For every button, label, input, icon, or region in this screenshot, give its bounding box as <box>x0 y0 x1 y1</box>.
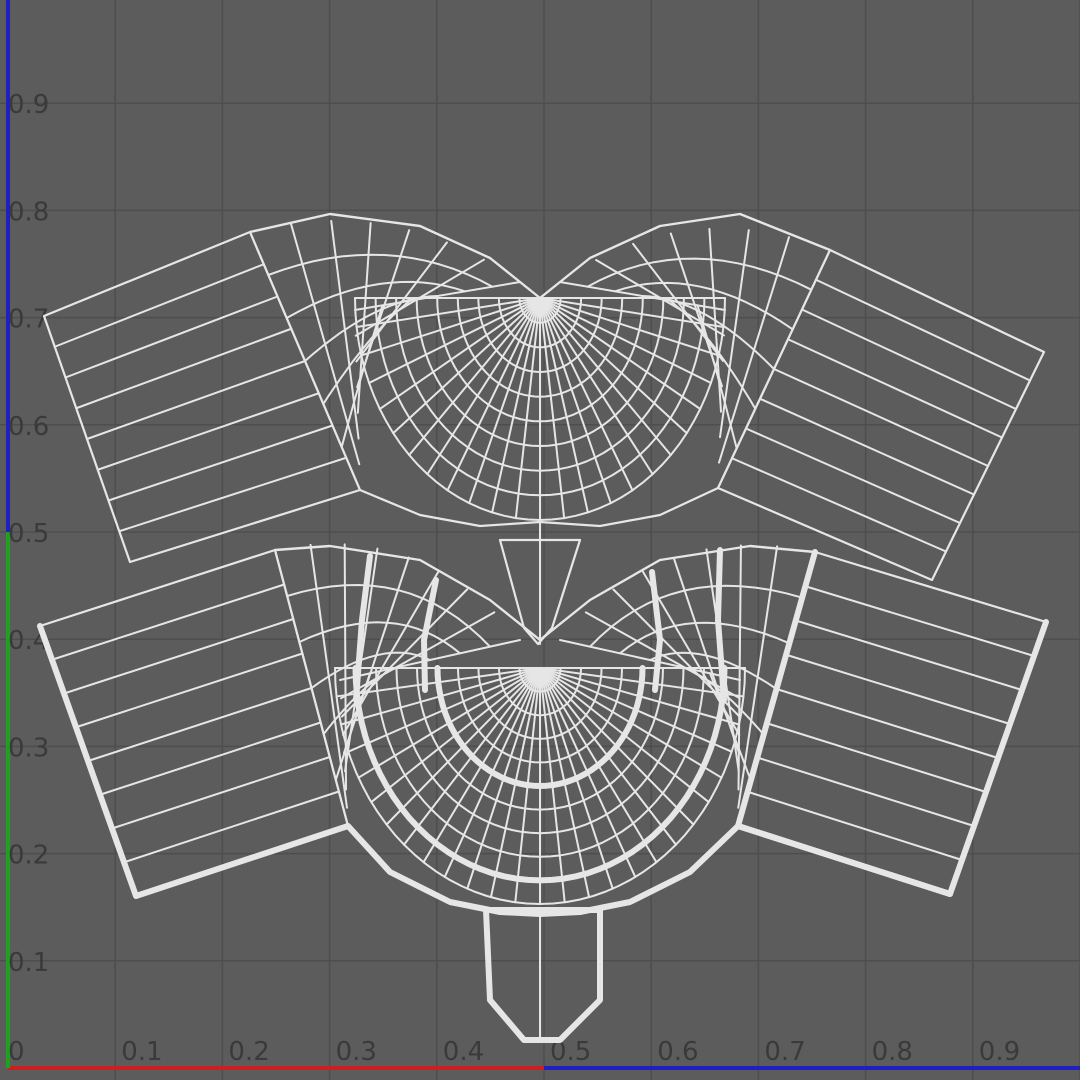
wing-slat-edge <box>75 327 293 410</box>
wing-slat-edge <box>86 360 306 440</box>
wing-slat-edge <box>773 368 989 467</box>
uv-seam-edge <box>483 907 603 1043</box>
wing-slat-edge <box>759 397 975 496</box>
y-axis-label: 0.5 <box>8 519 49 549</box>
wing-slat-edge <box>745 427 961 524</box>
y-axis-label: 0.1 <box>8 948 49 978</box>
wing-slat-edge <box>64 295 279 379</box>
wing-slat-edge <box>123 790 340 864</box>
island-crest-edge <box>248 212 832 300</box>
x-axis-label: 0.7 <box>764 1037 805 1067</box>
wing-slat-edge <box>804 585 1035 657</box>
uv-seam-edge <box>37 623 351 899</box>
x-axis-label: 0.2 <box>228 1037 269 1067</box>
y-axis-label: 0.8 <box>8 197 49 227</box>
wing-slat-edge <box>51 583 286 661</box>
uv-editor-viewport[interactable]: 0 0.1 0.2 0.3 0.4 0.5 0.6 0.7 0.8 0.9 0.1 0.2 0.3 0.… <box>0 0 1080 1080</box>
wing-slat-edge <box>87 687 313 762</box>
wing-slat-edge <box>99 721 322 796</box>
x-axis-label: 0.8 <box>872 1037 913 1067</box>
fan-spoke-edge <box>408 297 541 456</box>
uv-seam-edge <box>649 569 663 693</box>
wing-slat-edge <box>775 688 999 759</box>
wing-slat-edge <box>731 457 947 553</box>
fan-spoke-edge <box>539 297 589 514</box>
wing-slat-edge <box>794 619 1023 691</box>
x-axis-label: 0.4 <box>443 1037 484 1067</box>
x-axis-label: 0.9 <box>979 1037 1020 1067</box>
x-axis-label: 0 <box>8 1037 25 1067</box>
y-axis-label: 0.6 <box>8 412 49 442</box>
y-axis-label: 0.7 <box>8 305 49 335</box>
uv-seam-edge <box>345 823 741 917</box>
wing-slat-edge <box>118 456 348 533</box>
x-axis-labels: 0 0.1 0.2 0.3 0.4 0.5 0.6 0.7 0.8 0.9 <box>8 1037 1020 1067</box>
wing-slat-edge <box>746 790 963 861</box>
y-axis-label: 0.2 <box>8 841 49 871</box>
y-axis-label: 0.3 <box>8 733 49 763</box>
y-axis-labels: 0.10.20.30.40.50.60.70.80.9 <box>8 90 49 978</box>
wing-slat-edge <box>107 424 334 502</box>
wing-slat-edge <box>785 653 1011 725</box>
wing-slat-edge <box>96 392 320 471</box>
wing-slat-edge <box>53 263 265 348</box>
lower-uv-island[interactable] <box>37 543 1049 1043</box>
wing-slat-edge <box>765 722 987 793</box>
uv-canvas[interactable]: 0 0.1 0.2 0.3 0.4 0.5 0.6 0.7 0.8 0.9 0.1 0.2 0.3 0.… <box>0 0 1080 1080</box>
x-axis-label: 0.3 <box>336 1037 377 1067</box>
y-axis-label: 0.9 <box>8 90 49 120</box>
fan-spoke-edge <box>491 297 541 514</box>
wing-slat-edge <box>63 618 295 695</box>
wing-outline <box>716 248 1046 582</box>
wing-slat-edge <box>75 652 304 729</box>
fan-spoke-edge <box>539 297 720 357</box>
x-axis-label: 0.6 <box>657 1037 698 1067</box>
x-axis-label: 0.1 <box>121 1037 162 1067</box>
uv-seam-edge <box>735 549 953 897</box>
wing-slat-edge <box>111 756 331 830</box>
